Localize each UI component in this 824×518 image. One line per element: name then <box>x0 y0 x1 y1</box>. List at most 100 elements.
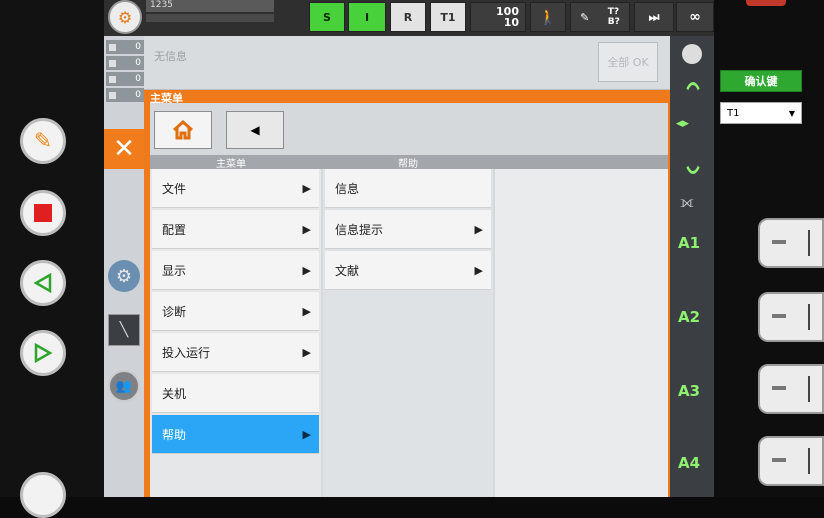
menu-item-info[interactable]: 信息 <box>325 169 491 208</box>
start-forward-button[interactable] <box>20 330 66 376</box>
lower-round-button[interactable] <box>20 472 66 518</box>
program-number: 1235 <box>146 0 274 12</box>
minus-icon <box>772 458 786 462</box>
arrow-left-icon: ◀ <box>250 123 260 137</box>
robot-icon: ⚙ <box>117 7 133 27</box>
clock-icon: ╲ <box>119 322 129 338</box>
jog-key-a1[interactable] <box>758 218 824 268</box>
run-mode-button[interactable]: 🚶 <box>530 2 566 32</box>
robot-logo-button[interactable]: ⚙ <box>108 0 142 34</box>
all-ok-button[interactable]: 全部 OK <box>598 42 658 82</box>
walking-person-icon: 🚶 <box>538 8 558 26</box>
message-counter: 0 <box>106 56 144 70</box>
stop-icon <box>34 204 52 222</box>
jog-key-a4[interactable] <box>758 436 824 486</box>
col-header-main: 主菜单 <box>216 159 246 170</box>
minus-icon <box>772 240 786 244</box>
jog-key-a2[interactable] <box>758 292 824 342</box>
menu-item-diagnosis[interactable]: 诊断 ▶ <box>152 292 319 331</box>
menu-item-info-tips[interactable]: 信息提示 ▶ <box>325 210 491 249</box>
counter-box-icon <box>109 43 116 51</box>
drives-status-button[interactable]: I <box>348 2 386 32</box>
user-icon: 👥 <box>115 378 133 394</box>
arrow-right-icon: ▶ <box>474 263 483 277</box>
minus-icon <box>772 314 786 318</box>
arrow-right-icon: ▶ <box>302 427 311 441</box>
back-button[interactable]: ◀ <box>226 111 284 149</box>
divider-icon <box>808 448 810 474</box>
column-header: 主菜单 帮助 <box>150 155 668 170</box>
divider-icon <box>808 230 810 256</box>
axis-label-a2: A2 <box>678 308 701 326</box>
left-sidebar: 0 0 0 0 ✕ ⚙ ╲ 👥 <box>104 36 144 497</box>
jog-key-a3[interactable] <box>758 364 824 414</box>
menu-item-config[interactable]: 配置 ▶ <box>152 210 319 249</box>
counter-box-icon <box>109 59 116 67</box>
message-window: 无信息 全部 OK <box>144 36 670 90</box>
user-button[interactable]: 👥 <box>108 370 140 402</box>
edit-button[interactable]: ✎ <box>20 118 66 164</box>
clock-button[interactable]: ╲ <box>108 314 140 346</box>
coordinate-system-icon[interactable]: ⟗ <box>680 192 694 212</box>
home-button[interactable] <box>154 111 212 149</box>
jog-rail: ◂▸ ⟗ A1 A2 A3 A4 <box>670 36 714 497</box>
pencil-icon: ✎ <box>33 128 53 154</box>
col-header-help: 帮助 <box>398 159 418 170</box>
override-jog: 10 <box>503 16 519 29</box>
mode-select[interactable]: T1 ▼ <box>720 102 802 124</box>
tool-base-button[interactable]: ✎ T? B? <box>570 2 630 32</box>
status-bar: ⚙ 1235 S I R T1 100 10 🚶 ✎ T? B? ⏭ ∞ <box>104 0 714 36</box>
arrow-right-icon: ▶ <box>302 181 311 195</box>
operating-mode-button[interactable]: T1 <box>430 2 466 32</box>
axis-label-a1: A1 <box>678 234 701 252</box>
gear-icon: ⚙ <box>115 265 133 287</box>
play-right-icon <box>34 342 53 364</box>
robot-interpreter-button[interactable]: R <box>390 2 426 32</box>
message-counter: 0 <box>106 88 144 102</box>
submit-status-button[interactable]: S <box>309 2 345 32</box>
play-left-icon <box>33 272 52 294</box>
menu-item-file[interactable]: 文件 ▶ <box>152 169 319 208</box>
direction-arrows-icon: ◂▸ <box>676 116 690 131</box>
main-menu-column: 文件 ▶ 配置 ▶ 显示 ▶ 诊断 ▶ 投入运行 ▶ 关机 帮助 ▶ <box>150 169 321 497</box>
menu-item-help[interactable]: 帮助 ▶ <box>152 415 319 454</box>
tool-label: T? <box>607 7 620 17</box>
menu-item-commissioning[interactable]: 投入运行 ▶ <box>152 333 319 372</box>
infinity-button[interactable]: ∞ <box>676 2 714 32</box>
chevron-down-icon: ▼ <box>788 108 795 118</box>
axis-label-a3: A3 <box>678 382 701 400</box>
empty-submenu-column <box>495 169 668 497</box>
override-button[interactable]: 100 10 <box>470 2 526 32</box>
arrow-right-icon: ▶ <box>474 222 483 236</box>
close-icon: ✕ <box>113 134 135 164</box>
incremental-button[interactable]: ⏭ <box>634 2 674 32</box>
settings-button[interactable]: ⚙ <box>108 260 140 292</box>
top-red-button[interactable] <box>746 0 786 6</box>
help-submenu-column: 信息 信息提示 ▶ 文献 ▶ <box>323 169 493 497</box>
message-counter: 0 <box>106 40 144 54</box>
divider-icon <box>808 376 810 402</box>
fast-forward-icon: ⏭ <box>648 9 660 24</box>
menu-item-display[interactable]: 显示 ▶ <box>152 251 319 290</box>
menu-item-shutdown[interactable]: 关机 <box>152 374 319 413</box>
minus-icon <box>772 386 786 390</box>
home-icon <box>173 119 193 140</box>
stop-button[interactable] <box>20 190 66 236</box>
arrow-right-icon: ▶ <box>302 345 311 359</box>
arrow-right-icon: ▶ <box>302 263 311 277</box>
base-label: B? <box>607 17 620 27</box>
menu-item-documentation[interactable]: 文献 ▶ <box>325 251 491 290</box>
counter-box-icon <box>109 91 116 99</box>
close-menu-button[interactable]: ✕ <box>104 129 144 169</box>
divider-icon <box>808 304 810 330</box>
confirm-key-button[interactable]: 确认键 <box>720 70 802 92</box>
left-pendant-panel: ✎ <box>0 0 104 518</box>
start-backward-button[interactable] <box>20 260 66 306</box>
counter-box-icon <box>109 75 116 83</box>
arrow-right-icon: ▶ <box>302 222 311 236</box>
arrow-right-icon: ▶ <box>302 304 311 318</box>
message-counter: 0 <box>106 72 144 86</box>
tool-icon: ✎ <box>580 10 590 24</box>
globe-icon[interactable] <box>682 44 702 64</box>
mode-select-value: T1 <box>727 107 740 119</box>
